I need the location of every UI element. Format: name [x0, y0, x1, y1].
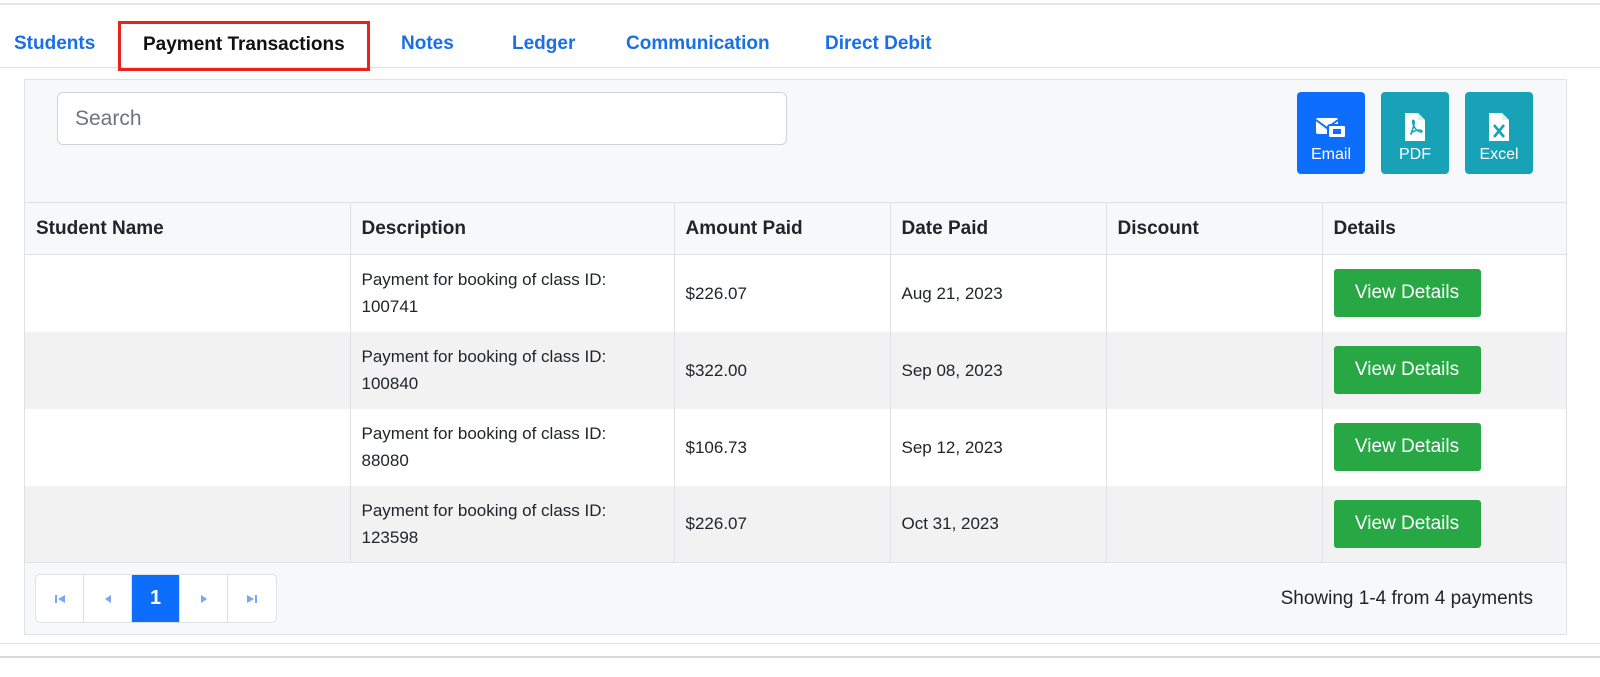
payments-table: Student Name Description Amount Paid Dat…	[25, 202, 1566, 563]
last-page-button[interactable]	[228, 575, 276, 622]
pdf-export-label: PDF	[1399, 146, 1431, 163]
description-cell: Payment for booking of class ID: 123598	[350, 485, 675, 563]
amount-paid-cell: $226.07	[674, 254, 891, 332]
chevron-right-icon	[200, 594, 207, 603]
description-text: Payment for booking of class ID:	[361, 424, 607, 443]
discount-cell	[1106, 485, 1323, 563]
page-button-current[interactable]: 1	[132, 575, 180, 622]
date-paid-cell: Aug 21, 2023	[890, 254, 1107, 332]
column-header-discount[interactable]: Discount	[1106, 202, 1323, 255]
student-name-cell	[25, 408, 351, 486]
student-name-cell	[25, 485, 351, 563]
discount-cell	[1106, 254, 1323, 332]
discount-cell	[1106, 408, 1323, 486]
table-row: Payment for booking of class ID: 123598 $…	[25, 485, 1566, 563]
description-cell: Payment for booking of class ID: 100840	[350, 331, 675, 409]
top-divider	[0, 3, 1600, 5]
next-page-button[interactable]	[180, 575, 228, 622]
tab-notes[interactable]: Notes	[401, 24, 454, 64]
content-bottom-divider	[0, 643, 1600, 644]
previous-page-button[interactable]	[84, 575, 132, 622]
excel-export-button[interactable]: Excel	[1465, 92, 1533, 174]
date-paid-cell: Sep 12, 2023	[890, 408, 1107, 486]
pagination-summary: Showing 1-4 from 4 payments	[1280, 588, 1533, 609]
details-cell: View Details	[1322, 254, 1566, 332]
column-header-amount-paid[interactable]: Amount Paid	[674, 202, 891, 255]
tab-communication[interactable]: Communication	[626, 24, 770, 64]
description-cell: Payment for booking of class ID: 88080	[350, 408, 675, 486]
table-row: Payment for booking of class ID: 88080 $1…	[25, 408, 1566, 486]
table-header-row: Student Name Description Amount Paid Dat…	[25, 202, 1566, 255]
search-input[interactable]	[57, 92, 787, 145]
description-text: Payment for booking of class ID:	[361, 270, 607, 290]
column-header-date-paid[interactable]: Date Paid	[890, 202, 1107, 255]
column-header-details[interactable]: Details	[1322, 202, 1566, 255]
chevron-left-icon	[104, 594, 111, 603]
view-details-button[interactable]: View Details	[1333, 346, 1481, 394]
view-details-button[interactable]: View Details	[1333, 269, 1481, 318]
first-page-icon	[54, 594, 65, 603]
table-row: Payment for booking of class ID: 100840 $…	[25, 331, 1566, 409]
email-icon	[1315, 118, 1347, 139]
excel-export-label: Excel	[1479, 146, 1519, 163]
column-header-student-name[interactable]: Student Name	[25, 202, 351, 255]
first-page-button[interactable]	[36, 575, 84, 622]
amount-paid-cell: $322.00	[674, 331, 891, 409]
description-cell: Payment for booking of class ID: 100741	[350, 254, 675, 332]
discount-cell	[1106, 331, 1323, 409]
tab-payment-transactions[interactable]: Payment Transactions	[118, 21, 370, 71]
class-id: 123598	[361, 527, 419, 547]
date-paid-cell: Oct 31, 2023	[890, 485, 1107, 563]
amount-paid-cell: $226.07	[674, 485, 891, 563]
class-id: 100840	[361, 374, 419, 393]
last-page-icon	[247, 594, 257, 603]
details-cell: View Details	[1322, 331, 1566, 409]
class-id: 100741	[361, 297, 419, 317]
description-text: Payment for booking of class ID:	[361, 500, 607, 520]
amount-paid-cell: $106.73	[674, 408, 891, 486]
student-name-cell	[25, 331, 351, 409]
tab-direct-debit[interactable]: Direct Debit	[825, 24, 932, 64]
details-cell: View Details	[1322, 408, 1566, 486]
tab-bar: Students Payment Transactions Notes Ledg…	[0, 21, 1600, 71]
email-export-label: Email	[1310, 146, 1351, 163]
view-details-button[interactable]: View Details	[1333, 499, 1481, 548]
excel-file-icon	[1489, 113, 1509, 141]
column-header-description[interactable]: Description	[350, 202, 675, 255]
bottom-divider	[0, 656, 1600, 658]
pagination: 1	[35, 574, 277, 623]
description-text: Payment for booking of class ID:	[361, 347, 607, 366]
date-paid-cell: Sep 08, 2023	[890, 331, 1107, 409]
student-name-cell	[25, 254, 351, 332]
table-row: Payment for booking of class ID: 100741 $…	[25, 254, 1566, 332]
payments-panel: Email PDF Excel Student Name Description…	[24, 79, 1567, 635]
view-details-button[interactable]: View Details	[1333, 423, 1481, 471]
tab-students[interactable]: Students	[14, 24, 95, 64]
details-cell: View Details	[1322, 485, 1566, 563]
pdf-export-button[interactable]: PDF	[1381, 92, 1449, 174]
pdf-file-icon	[1405, 113, 1425, 141]
tab-ledger[interactable]: Ledger	[512, 24, 575, 64]
email-export-button[interactable]: Email	[1297, 92, 1365, 174]
class-id: 88080	[361, 451, 409, 470]
